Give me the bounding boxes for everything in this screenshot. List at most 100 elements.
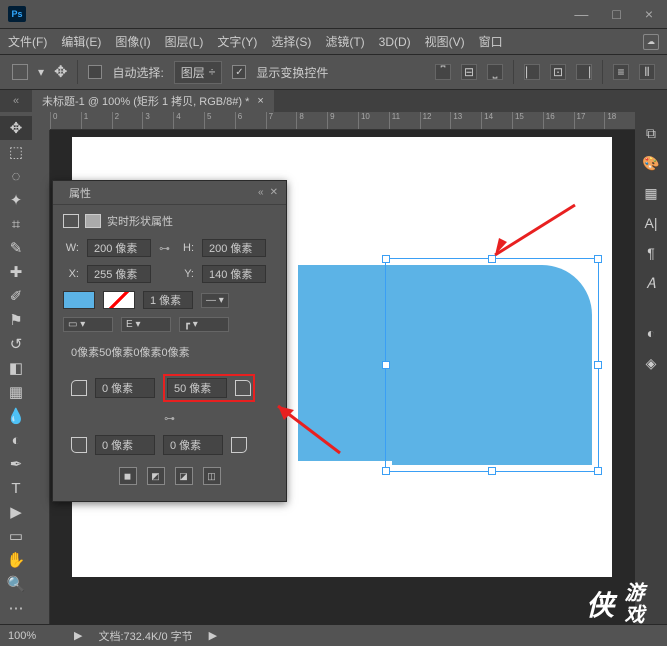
link-wh-icon[interactable]: ⊶ — [159, 242, 170, 255]
pathfinder-intersect-icon[interactable]: ◪ — [175, 467, 193, 485]
menu-file[interactable]: 文件(F) — [8, 33, 47, 50]
y-input[interactable] — [202, 265, 266, 283]
stroke-join-select[interactable]: ┏ ▾ — [179, 317, 229, 332]
glyphs-panel-icon[interactable]: 𝐴 — [635, 268, 667, 298]
transform-handle-tr[interactable] — [594, 255, 602, 263]
healing-tool[interactable]: ✚ — [0, 260, 32, 284]
cloud-icon[interactable]: ☁ — [643, 34, 659, 50]
crop-tool[interactable]: ⌗ — [0, 212, 32, 236]
doc-info[interactable]: 文档:732.4K/0 字节 — [98, 628, 192, 644]
menu-3d[interactable]: 3D(D) — [379, 35, 411, 49]
typography-panel-icon[interactable]: A| — [635, 208, 667, 238]
auto-select-dropdown[interactable]: 图层 ÷ — [174, 61, 223, 84]
maximize-button[interactable]: □ — [606, 6, 626, 22]
rectangle-tool[interactable]: ▭ — [0, 524, 32, 548]
hand-tool[interactable]: ✋ — [0, 548, 32, 572]
height-input[interactable] — [202, 239, 266, 257]
layers-panel-icon[interactable]: ◈ — [635, 348, 667, 378]
auto-select-checkbox[interactable] — [88, 65, 102, 79]
align-right-icon[interactable]: ⎹ — [576, 64, 592, 80]
align-vcenter-icon[interactable]: ⊟ — [461, 64, 477, 80]
zoom-tool[interactable]: 🔍 — [0, 572, 32, 596]
tool-preset-icon[interactable] — [12, 64, 28, 80]
color-panel-icon[interactable]: 🎨 — [635, 148, 667, 178]
brush-tool[interactable]: ✐ — [0, 284, 32, 308]
paragraph-panel-icon[interactable]: ¶ — [635, 238, 667, 268]
zoom-field[interactable]: 100% — [8, 630, 58, 642]
pen-tool[interactable]: ✒ — [0, 452, 32, 476]
properties-tab[interactable]: 属性 — [61, 182, 99, 204]
menu-filter[interactable]: 滤镜(T) — [325, 33, 364, 50]
document-tab[interactable]: 未标题-1 @ 100% (矩形 1 拷贝, RGB/8#) * × — [32, 90, 274, 112]
transform-handle-ml[interactable] — [382, 361, 390, 369]
align-bottom-icon[interactable]: ⎵ — [487, 64, 503, 80]
panel-collapse-icon[interactable]: « — [258, 187, 264, 198]
chevron-right-icon[interactable]: ▶ — [209, 629, 217, 642]
close-tab-icon[interactable]: × — [257, 95, 263, 107]
menu-select[interactable]: 选择(S) — [271, 33, 311, 50]
radius-tr-input[interactable] — [167, 378, 227, 398]
width-input[interactable] — [87, 239, 151, 257]
distribute-icon[interactable]: ≡ — [613, 64, 629, 80]
gradient-tool[interactable]: ▦ — [0, 380, 32, 404]
pathfinder-unite-icon[interactable]: ◼ — [119, 467, 137, 485]
stroke-style-select[interactable]: — ▾ — [201, 293, 229, 308]
move-tool[interactable]: ✥ — [0, 116, 32, 140]
align-left-icon[interactable]: ⎸ — [524, 64, 540, 80]
history-brush-tool[interactable]: ↺ — [0, 332, 32, 356]
minimize-button[interactable]: — — [568, 6, 594, 22]
path-select-tool[interactable]: ▶ — [0, 500, 32, 524]
arrow-right-icon[interactable]: ▶ — [74, 629, 82, 642]
radius-bl-input[interactable] — [95, 435, 155, 455]
lasso-tool[interactable]: ◌ — [0, 164, 32, 188]
ruler-vertical[interactable] — [32, 130, 50, 624]
ruler-horizontal[interactable]: 012 345 678 91011 121314 151617 18 — [50, 112, 635, 130]
radius-tl-input[interactable] — [95, 378, 155, 398]
stroke-width-input[interactable] — [143, 291, 193, 309]
pathfinder-exclude-icon[interactable]: ◫ — [203, 467, 221, 485]
radius-br-input[interactable] — [163, 435, 223, 455]
menu-image[interactable]: 图像(I) — [115, 33, 150, 50]
type-tool[interactable]: T — [0, 476, 32, 500]
transform-handle-bm[interactable] — [488, 467, 496, 475]
x-input[interactable] — [87, 265, 151, 283]
menu-view[interactable]: 视图(V) — [425, 33, 465, 50]
menu-layer[interactable]: 图层(L) — [165, 33, 204, 50]
more-tools[interactable]: ⋯ — [0, 596, 32, 620]
distribute2-icon[interactable]: ⦀ — [639, 64, 655, 80]
stroke-cap-select[interactable]: E ▾ — [121, 317, 171, 332]
shape-rectangle-1[interactable] — [298, 265, 393, 461]
stroke-swatch[interactable] — [103, 291, 135, 309]
pathfinder-subtract-icon[interactable]: ◩ — [147, 467, 165, 485]
transform-handle-tl[interactable] — [382, 255, 390, 263]
menu-edit[interactable]: 编辑(E) — [61, 33, 101, 50]
show-transform-checkbox[interactable] — [232, 65, 246, 79]
transform-handle-tm[interactable] — [488, 255, 496, 263]
panel-menu-icon[interactable]: ✕ — [270, 187, 278, 198]
adjustments-panel-icon[interactable]: ◐ — [635, 318, 667, 348]
swatches-panel-icon[interactable]: ▦ — [635, 178, 667, 208]
menu-window[interactable]: 窗口 — [479, 33, 503, 50]
eyedropper-tool[interactable]: ✎ — [0, 236, 32, 260]
menu-type[interactable]: 文字(Y) — [217, 33, 257, 50]
magic-wand-tool[interactable]: ✦ — [0, 188, 32, 212]
dodge-tool[interactable]: ◐ — [0, 428, 32, 452]
chevron-down-icon[interactable]: ▾ — [38, 65, 44, 79]
toolbar-collapse-icon[interactable]: « — [0, 95, 32, 107]
align-top-icon[interactable]: ⎴ — [435, 64, 451, 80]
close-button[interactable]: × — [639, 6, 659, 22]
link-radii-icon[interactable]: ⊶ — [63, 406, 276, 431]
transform-handle-br[interactable] — [594, 467, 602, 475]
blur-tool[interactable]: 💧 — [0, 404, 32, 428]
transform-box[interactable] — [385, 258, 599, 472]
history-panel-icon[interactable]: ⧉ — [635, 118, 667, 148]
transform-handle-mr[interactable] — [594, 361, 602, 369]
stamp-tool[interactable]: ⚑ — [0, 308, 32, 332]
transform-handle-bl[interactable] — [382, 467, 390, 475]
align-hcenter-icon[interactable]: ⊡ — [550, 64, 566, 80]
eraser-tool[interactable]: ◧ — [0, 356, 32, 380]
watermark: 侠 游戏 — [586, 582, 647, 626]
marquee-tool[interactable]: ⬚ — [0, 140, 32, 164]
stroke-align-select[interactable]: ▭ ▾ — [63, 317, 113, 332]
fill-swatch[interactable] — [63, 291, 95, 309]
